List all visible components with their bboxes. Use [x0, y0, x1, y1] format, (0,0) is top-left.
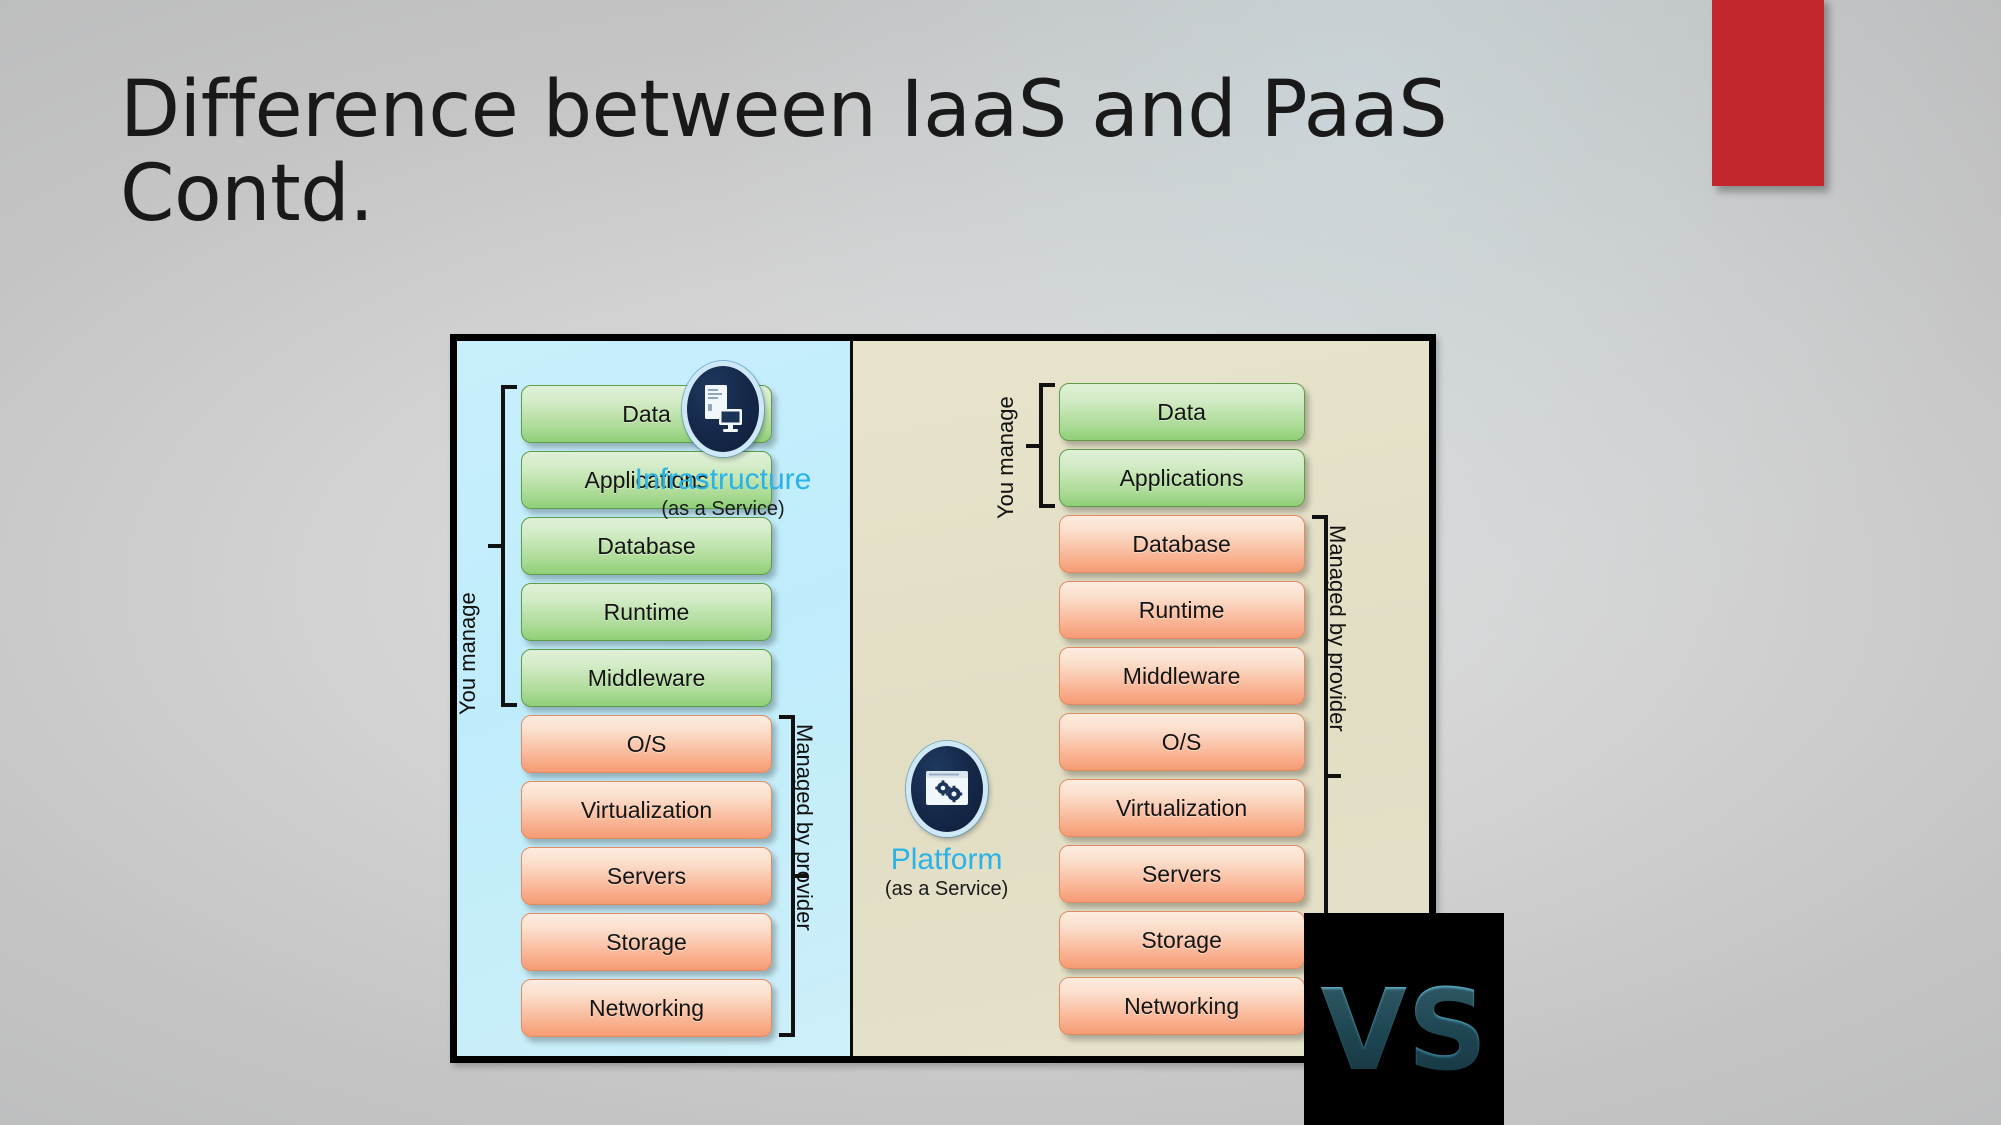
- vs-divider-box: VS: [1304, 913, 1504, 1125]
- iaas-you-manage-bracket: [488, 385, 517, 707]
- layer-box[interactable]: Middleware: [1058, 647, 1305, 705]
- iaas-you-manage-label: You manage: [455, 592, 480, 715]
- window-gears-icon: [925, 771, 968, 805]
- server-monitor-icon: [705, 385, 742, 432]
- bracket-tick: [1025, 443, 1039, 448]
- layer-box[interactable]: Applications: [1058, 449, 1305, 507]
- accent-bar: [1712, 0, 1824, 186]
- slide-canvas: Difference between IaaS and PaaS Contd. …: [0, 0, 2001, 1125]
- paas-service-badge: Platform (as a Service): [847, 741, 1047, 901]
- layer-box[interactable]: O/S: [1058, 713, 1305, 771]
- layer-box[interactable]: Networking: [521, 979, 772, 1037]
- layer-box[interactable]: Middleware: [521, 649, 772, 707]
- iaas-service-badge: Infrastructure (as a Service): [623, 361, 823, 521]
- platform-service-name: Platform: [890, 843, 1003, 876]
- infrastructure-service-sub: (as a Service): [661, 498, 785, 520]
- infrastructure-service-icon: [682, 361, 764, 457]
- platform-service-icon: [905, 741, 988, 837]
- layer-label: O/S: [626, 730, 667, 757]
- layer-label: Virtualization: [580, 796, 713, 823]
- layer-box[interactable]: Storage: [521, 913, 772, 971]
- vs-label: VS: [1320, 965, 1488, 1096]
- layer-box[interactable]: Virtualization: [1058, 779, 1305, 837]
- layer-box[interactable]: Servers: [1058, 845, 1305, 903]
- iaas-panel: You manage Managed by provider Data Appli…: [455, 341, 853, 1056]
- layer-label: Servers: [1141, 860, 1222, 887]
- layer-box[interactable]: Runtime: [521, 583, 772, 641]
- infrastructure-service-name: Infrastructure: [634, 463, 812, 496]
- layer-box[interactable]: Runtime: [1058, 581, 1305, 639]
- platform-service-sub: (as a Service): [884, 878, 1009, 900]
- iaas-managed-by-provider-label: Managed by provider: [792, 724, 817, 931]
- layer-box[interactable]: Servers: [521, 847, 772, 905]
- layer-box[interactable]: Database: [521, 517, 772, 575]
- paas-managed-by-provider-label: Managed by provider: [1324, 525, 1350, 732]
- layer-box[interactable]: Storage: [1058, 911, 1305, 969]
- layer-label: Middleware: [587, 664, 706, 691]
- layer-label: Virtualization: [1115, 794, 1248, 821]
- paas-you-manage-label: You manage: [992, 396, 1018, 519]
- layer-box[interactable]: Data: [1058, 383, 1305, 441]
- layer-box[interactable]: Networking: [1058, 977, 1305, 1035]
- layer-label: Servers: [606, 862, 687, 889]
- paas-layer-stack: Data Applications Database Runtime Middlewar…: [1058, 383, 1305, 1035]
- iaas-paas-comparison-diagram: You manage Managed by provider Data Appli…: [450, 334, 1504, 1125]
- layer-label: Applications: [1119, 464, 1244, 491]
- bracket-tick: [488, 544, 501, 548]
- paas-you-manage-bracket: [1025, 383, 1055, 508]
- layer-label: Storage: [606, 928, 687, 955]
- layer-label: O/S: [1161, 728, 1202, 755]
- layer-box[interactable]: O/S: [521, 715, 772, 773]
- layer-box[interactable]: Database: [1058, 515, 1305, 573]
- layer-label: Data: [1157, 398, 1206, 425]
- page-title: Difference between IaaS and PaaS Contd.: [120, 65, 1448, 240]
- layer-label: Storage: [1141, 926, 1222, 953]
- layer-label: Networking: [588, 994, 705, 1021]
- layer-label: Database: [597, 532, 696, 559]
- layer-box[interactable]: Virtualization: [521, 781, 772, 839]
- layer-label: Networking: [1124, 992, 1240, 1019]
- layer-label: Runtime: [603, 598, 690, 625]
- layer-label: Runtime: [1138, 596, 1225, 623]
- bracket-tick: [1327, 774, 1341, 778]
- layer-label: Database: [1132, 530, 1231, 557]
- layer-label: Middleware: [1122, 662, 1241, 689]
